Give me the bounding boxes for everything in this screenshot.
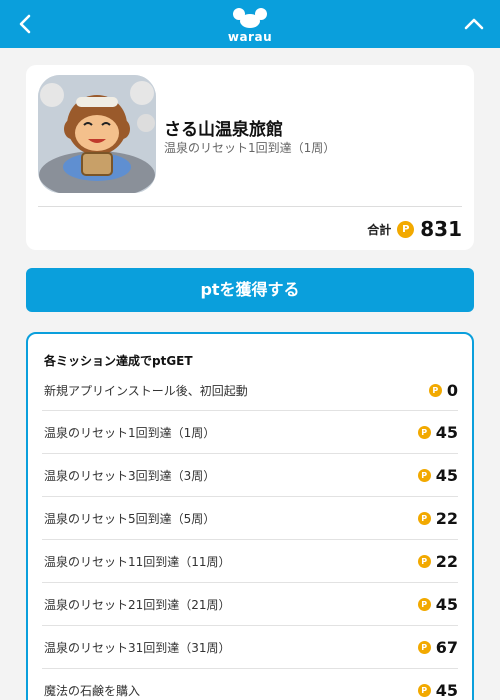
mission-label: 温泉のリセット11回到達（11周）	[44, 554, 231, 569]
mission-value: 45	[435, 594, 458, 614]
mission-points: P 22	[417, 508, 458, 528]
mission-row: 温泉のリセット5回到達（5周） P 22	[42, 497, 458, 540]
app-card: さる山温泉旅館 温泉のリセット1回到達（1周） 合計 P 831	[26, 65, 474, 250]
logo-mark-icon	[233, 8, 267, 28]
missions-heading: 各ミッション達成でptGET	[44, 354, 193, 368]
point-coin-icon: P	[417, 425, 431, 439]
point-coin-icon: P	[417, 683, 431, 697]
mission-label: 温泉のリセット1回到達（1周）	[44, 425, 216, 440]
app-subtitle: 温泉のリセット1回到達（1周）	[164, 141, 336, 155]
mission-points: P 45	[417, 422, 458, 442]
mission-label: 温泉のリセット31回到達（31周）	[44, 640, 231, 655]
app-icon	[38, 75, 156, 193]
mission-points: P 22	[417, 551, 458, 571]
mission-row: 新規アプリインストール後、初回起動 P 0	[42, 370, 458, 411]
point-coin-icon: P	[428, 383, 442, 397]
mission-row: 温泉のリセット1回到達（1周） P 45	[42, 411, 458, 454]
card-divider	[38, 206, 462, 207]
app-title: さる山温泉旅館	[164, 120, 283, 140]
point-coin-icon: P	[417, 554, 431, 568]
mission-points: P 45	[417, 594, 458, 614]
get-points-button[interactable]: ptを獲得する	[26, 268, 474, 312]
mission-row: 温泉のリセット3回到達（3周） P 45	[42, 454, 458, 497]
mission-points: P 45	[417, 465, 458, 485]
mission-label: 魔法の石鹸を購入	[44, 683, 141, 698]
mission-list: 新規アプリインストール後、初回起動 P 0 温泉のリセット1回到達（1周） P …	[42, 370, 458, 700]
mission-value: 67	[435, 637, 458, 657]
mission-row: 温泉のリセット31回到達（31周） P 67	[42, 626, 458, 669]
mission-points: P 45	[417, 680, 458, 700]
mission-value: 22	[435, 508, 458, 528]
back-chevron-icon[interactable]	[14, 12, 38, 36]
point-coin-icon: P	[417, 511, 431, 525]
mission-value: 45	[435, 422, 458, 442]
point-coin-icon: P	[417, 640, 431, 654]
top-bar: warau	[0, 0, 500, 48]
mission-label: 温泉のリセット3回到達（3周）	[44, 468, 216, 483]
mission-label: 新規アプリインストール後、初回起動	[44, 383, 248, 398]
mission-row: 温泉のリセット21回到達（21周） P 45	[42, 583, 458, 626]
mission-value: 0	[446, 380, 458, 400]
mission-points: P 67	[417, 637, 458, 657]
collapse-chevron-icon[interactable]	[462, 12, 486, 36]
mission-points: P 0	[428, 380, 458, 400]
point-coin-icon: P	[397, 220, 415, 238]
total-label: 合計	[367, 222, 392, 237]
missions-panel: 各ミッション達成でptGET 新規アプリインストール後、初回起動 P 0 温泉の…	[26, 332, 474, 700]
monkey-onsen-icon	[38, 75, 156, 193]
total-value: 831	[420, 217, 462, 241]
mission-label: 温泉のリセット21回到達（21周）	[44, 597, 231, 612]
point-coin-icon: P	[417, 597, 431, 611]
warau-logo[interactable]: warau	[225, 6, 275, 44]
mission-row: 魔法の石鹸を購入 P 45	[42, 669, 458, 700]
mission-label: 温泉のリセット5回到達（5周）	[44, 511, 216, 526]
total-points: 合計 P 831	[367, 216, 462, 242]
point-coin-icon: P	[417, 468, 431, 482]
mission-value: 22	[435, 551, 458, 571]
mission-value: 45	[435, 465, 458, 485]
logo-text: warau	[227, 30, 273, 44]
mission-row: 温泉のリセット11回到達（11周） P 22	[42, 540, 458, 583]
mission-value: 45	[435, 680, 458, 700]
